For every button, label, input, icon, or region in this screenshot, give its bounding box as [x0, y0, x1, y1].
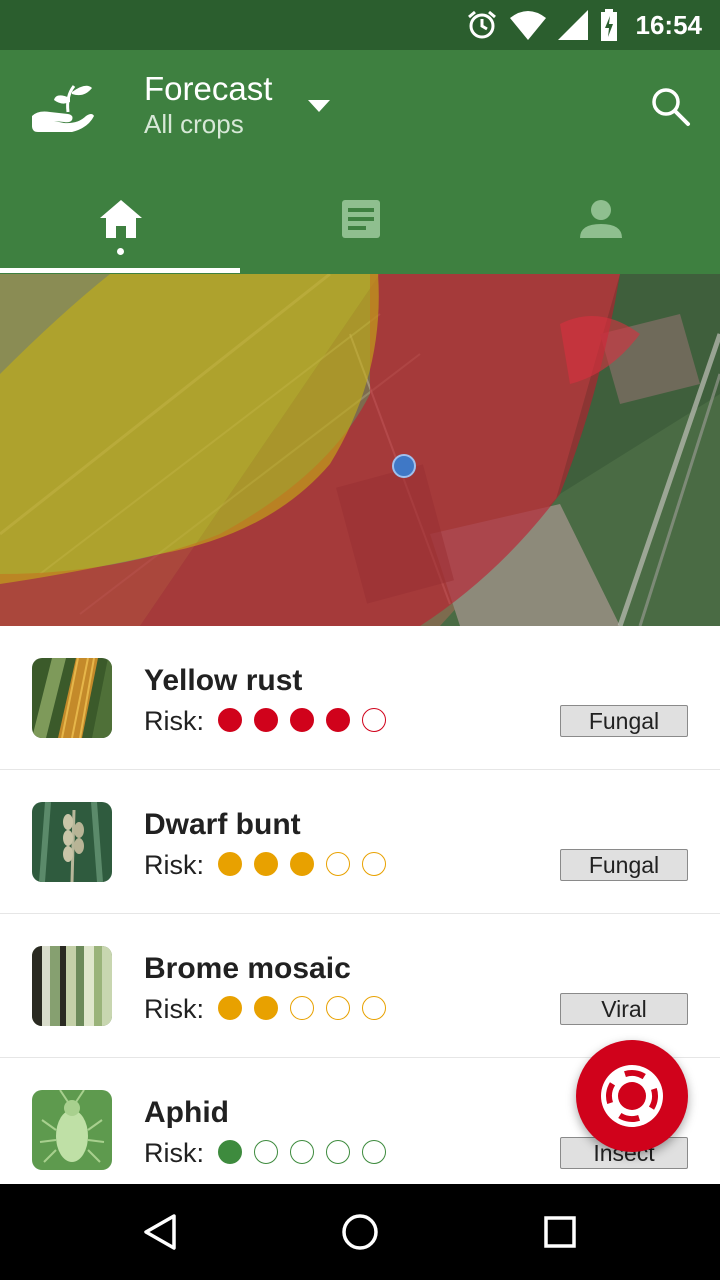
risk-dot-empty [290, 996, 314, 1020]
search-icon[interactable] [648, 84, 692, 128]
lifebuoy-icon [601, 1065, 663, 1127]
risk-dot-empty [326, 1140, 350, 1164]
home-circle-icon[interactable] [340, 1212, 380, 1252]
striped-leaves [32, 946, 112, 1026]
wifi-icon [509, 11, 546, 40]
recents-icon[interactable] [540, 1212, 580, 1252]
risk-dot-filled [218, 708, 242, 732]
item-name: Aphid [144, 1096, 229, 1129]
risk-dot-filled [254, 708, 278, 732]
risk-dot-filled [218, 1140, 242, 1164]
wheat-ear [32, 802, 112, 882]
yellow-rust-leaf [32, 658, 112, 738]
risk-indicator [218, 708, 386, 732]
crop-filter-label[interactable]: All crops [144, 108, 272, 140]
item-name: Brome mosaic [144, 952, 351, 985]
battery-charging-icon [600, 9, 617, 41]
tab-indicator [0, 268, 240, 273]
risk-dot-filled [254, 996, 278, 1020]
app-bar: Forecast All crops [0, 50, 720, 274]
risk-dot-filled [218, 996, 242, 1020]
active-tab-dot [117, 248, 124, 255]
risk-label: Risk: [144, 994, 204, 1024]
alarm-icon [467, 10, 496, 39]
risk-label: Risk: [144, 706, 204, 736]
risk-dot-empty [254, 1140, 278, 1164]
risk-dot-empty [362, 852, 386, 876]
back-icon[interactable] [140, 1212, 180, 1252]
category-badge: Fungal [560, 849, 688, 881]
risk-dot-empty [326, 852, 350, 876]
risk-map[interactable] [0, 274, 720, 626]
signal-icon [557, 10, 588, 40]
tab-profile[interactable] [480, 180, 720, 274]
category-badge: Fungal [560, 705, 688, 737]
risk-label: Risk: [144, 850, 204, 880]
risk-indicator [218, 996, 386, 1020]
risk-dot-filled [290, 708, 314, 732]
location-dot [392, 454, 416, 478]
risk-dot-filled [290, 852, 314, 876]
list-item[interactable]: Dwarf bunt Risk: Fungal [0, 770, 720, 914]
risk-indicator [218, 1140, 386, 1164]
risk-dot-filled [218, 852, 242, 876]
risk-dot-empty [362, 708, 386, 732]
help-fab[interactable] [576, 1040, 688, 1152]
hand-sprout-logo [32, 85, 94, 132]
item-name: Dwarf bunt [144, 808, 301, 841]
risk-dot-filled [326, 708, 350, 732]
risk-dot-empty [290, 1140, 314, 1164]
risk-indicator [218, 852, 386, 876]
risk-dot-empty [362, 996, 386, 1020]
status-time: 16:54 [635, 9, 703, 40]
category-badge: Viral [560, 993, 688, 1025]
list-icon [342, 200, 380, 238]
caret-down-icon[interactable] [300, 90, 338, 120]
item-name: Yellow rust [144, 664, 303, 697]
system-nav-bar [0, 1184, 720, 1280]
list-item[interactable]: Brome mosaic Risk: Viral [0, 914, 720, 1058]
map-canvas [0, 274, 720, 626]
tab-list[interactable] [240, 180, 480, 274]
status-bar: 16:54 [0, 0, 720, 50]
list-item[interactable]: Yellow rust Risk: Fungal [0, 626, 720, 770]
home-icon [100, 200, 142, 238]
app-title: Forecast [144, 70, 273, 107]
person-icon [580, 200, 622, 238]
tab-bar [0, 180, 720, 274]
risk-dot-empty [326, 996, 350, 1020]
risk-label: Risk: [144, 1138, 204, 1168]
risk-dot-empty [362, 1140, 386, 1164]
tab-home[interactable] [0, 180, 240, 274]
risk-dot-filled [254, 852, 278, 876]
aphid-insect [32, 1090, 112, 1170]
